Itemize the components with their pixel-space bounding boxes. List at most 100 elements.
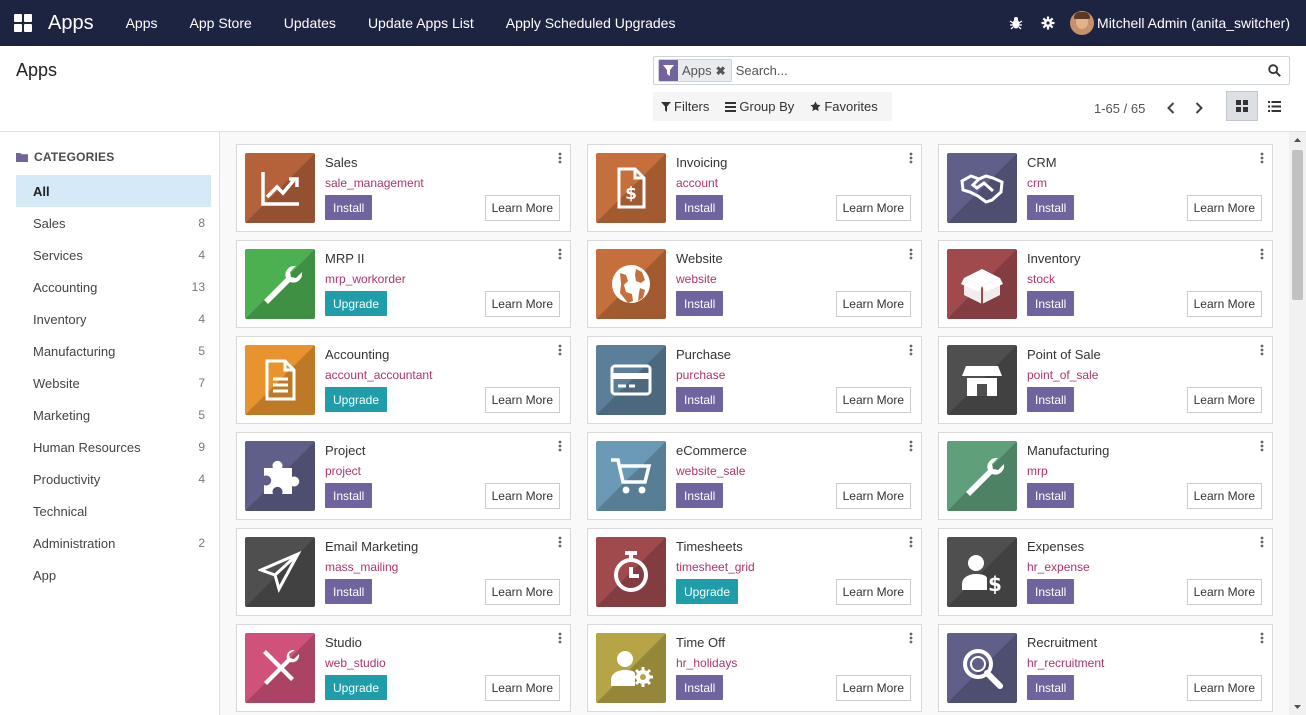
install-button[interactable]: Install <box>1027 195 1075 220</box>
learn-more-button[interactable]: Learn More <box>1186 291 1262 317</box>
learn-more-button[interactable]: Learn More <box>484 387 560 413</box>
learn-more-button[interactable]: Learn More <box>484 291 560 317</box>
install-button[interactable]: Install <box>325 483 373 508</box>
debug-bug-icon[interactable] <box>1000 0 1032 46</box>
app-card-project[interactable]: Project project Install Learn More <box>236 432 571 520</box>
nav-item-apps[interactable]: Apps <box>110 0 174 46</box>
list-view-icon[interactable] <box>1258 91 1290 121</box>
favorites-button[interactable]: Favorites <box>802 92 885 121</box>
pager-next-icon[interactable] <box>1185 99 1213 117</box>
vertical-scrollbar[interactable] <box>1289 132 1306 715</box>
pager-value[interactable]: 1-65 / 65 <box>1094 101 1145 116</box>
kebab-menu-icon[interactable] <box>907 247 915 261</box>
learn-more-button[interactable]: Learn More <box>1186 483 1262 509</box>
kebab-menu-icon[interactable] <box>907 343 915 357</box>
kebab-menu-icon[interactable] <box>907 535 915 549</box>
pager-previous-icon[interactable] <box>1157 99 1185 117</box>
scroll-up-arrow-icon[interactable] <box>1289 132 1306 148</box>
app-menu-grid-icon[interactable] <box>0 0 46 46</box>
category-item-administration[interactable]: Administration 2 <box>16 527 211 559</box>
app-card-web-studio[interactable]: Studio web_studio Upgrade Learn More <box>236 624 571 712</box>
learn-more-button[interactable]: Learn More <box>1186 675 1262 701</box>
learn-more-button[interactable]: Learn More <box>484 675 560 701</box>
category-item-sales[interactable]: Sales 8 <box>16 207 211 239</box>
category-item-website[interactable]: Website 7 <box>16 367 211 399</box>
app-card-account-accountant[interactable]: Accounting account_accountant Upgrade Learn… <box>236 336 571 424</box>
install-button[interactable]: Install <box>325 195 373 220</box>
upgrade-button[interactable]: Upgrade <box>676 579 739 604</box>
install-button[interactable]: Install <box>325 579 373 604</box>
install-button[interactable]: Install <box>1027 675 1075 700</box>
learn-more-button[interactable]: Learn More <box>1186 195 1262 221</box>
learn-more-button[interactable]: Learn More <box>835 195 911 221</box>
kebab-menu-icon[interactable] <box>1258 439 1266 453</box>
kebab-menu-icon[interactable] <box>1258 247 1266 261</box>
kebab-menu-icon[interactable] <box>907 439 915 453</box>
learn-more-button[interactable]: Learn More <box>484 579 560 605</box>
upgrade-button[interactable]: Upgrade <box>325 675 388 700</box>
kebab-menu-icon[interactable] <box>1258 631 1266 645</box>
category-item-productivity[interactable]: Productivity 4 <box>16 463 211 495</box>
app-brand[interactable]: Apps <box>48 12 94 35</box>
install-button[interactable]: Install <box>1027 483 1075 508</box>
app-card-point-of-sale[interactable]: Point of Sale point_of_sale Install Learn M… <box>938 336 1273 424</box>
app-card-website[interactable]: Website website Install Learn More <box>587 240 922 328</box>
kanban-view-icon[interactable] <box>1226 91 1258 121</box>
search-input[interactable] <box>735 58 1263 83</box>
app-card-hr-holidays[interactable]: Time Off hr_holidays Install Learn More <box>587 624 922 712</box>
user-menu[interactable]: Mitchell Admin (anita_switcher) <box>1070 11 1290 35</box>
kebab-menu-icon[interactable] <box>556 535 564 549</box>
install-button[interactable]: Install <box>676 291 724 316</box>
app-card-hr-expense[interactable]: $ Expenses hr_expense Install Learn More <box>938 528 1273 616</box>
kebab-menu-icon[interactable] <box>1258 151 1266 165</box>
app-card-mass-mailing[interactable]: Email Marketing mass_mailing Install Learn … <box>236 528 571 616</box>
app-card-mrp[interactable]: Manufacturing mrp Install Learn More <box>938 432 1273 520</box>
learn-more-button[interactable]: Learn More <box>835 387 911 413</box>
kebab-menu-icon[interactable] <box>1258 535 1266 549</box>
install-button[interactable]: Install <box>676 195 724 220</box>
scroll-down-arrow-icon[interactable] <box>1289 699 1306 715</box>
upgrade-button[interactable]: Upgrade <box>325 291 388 316</box>
search-icon[interactable] <box>1263 59 1285 83</box>
filters-button[interactable]: Filters <box>653 92 717 121</box>
group-by-button[interactable]: Group By <box>717 92 802 121</box>
app-card-crm[interactable]: CRM crm Install Learn More <box>938 144 1273 232</box>
settings-gear-icon[interactable] <box>1032 0 1064 46</box>
category-item-app[interactable]: App <box>16 559 211 591</box>
app-card-sale-management[interactable]: Sales sale_management Install Learn More <box>236 144 571 232</box>
nav-item-app-store[interactable]: App Store <box>174 0 268 46</box>
app-card-stock[interactable]: Inventory stock Install Learn More <box>938 240 1273 328</box>
facet-remove-icon[interactable]: ✖ <box>716 64 731 78</box>
app-card-mrp-workorder[interactable]: MRP II mrp_workorder Upgrade Learn More <box>236 240 571 328</box>
category-item-technical[interactable]: Technical <box>16 495 211 527</box>
install-button[interactable]: Install <box>676 483 724 508</box>
nav-item-updates[interactable]: Updates <box>268 0 352 46</box>
kebab-menu-icon[interactable] <box>556 247 564 261</box>
app-card-account[interactable]: $ Invoicing account Install Learn More <box>587 144 922 232</box>
kebab-menu-icon[interactable] <box>556 151 564 165</box>
search-box[interactable]: Apps ✖ <box>653 56 1290 85</box>
kebab-menu-icon[interactable] <box>907 151 915 165</box>
app-card-hr-recruitment[interactable]: Recruitment hr_recruitment Install Learn Mo… <box>938 624 1273 712</box>
nav-item-update-apps-list[interactable]: Update Apps List <box>352 0 490 46</box>
category-item-inventory[interactable]: Inventory 4 <box>16 303 211 335</box>
category-item-all[interactable]: All <box>16 175 211 207</box>
learn-more-button[interactable]: Learn More <box>835 291 911 317</box>
learn-more-button[interactable]: Learn More <box>1186 579 1262 605</box>
kebab-menu-icon[interactable] <box>556 343 564 357</box>
learn-more-button[interactable]: Learn More <box>484 195 560 221</box>
kebab-menu-icon[interactable] <box>907 631 915 645</box>
learn-more-button[interactable]: Learn More <box>835 579 911 605</box>
learn-more-button[interactable]: Learn More <box>484 483 560 509</box>
learn-more-button[interactable]: Learn More <box>835 675 911 701</box>
install-button[interactable]: Install <box>676 675 724 700</box>
app-card-website-sale[interactable]: eCommerce website_sale Install Learn More <box>587 432 922 520</box>
learn-more-button[interactable]: Learn More <box>835 483 911 509</box>
category-item-human-resources[interactable]: Human Resources 9 <box>16 431 211 463</box>
category-item-marketing[interactable]: Marketing 5 <box>16 399 211 431</box>
install-button[interactable]: Install <box>1027 291 1075 316</box>
install-button[interactable]: Install <box>676 387 724 412</box>
upgrade-button[interactable]: Upgrade <box>325 387 388 412</box>
kebab-menu-icon[interactable] <box>556 631 564 645</box>
install-button[interactable]: Install <box>1027 387 1075 412</box>
